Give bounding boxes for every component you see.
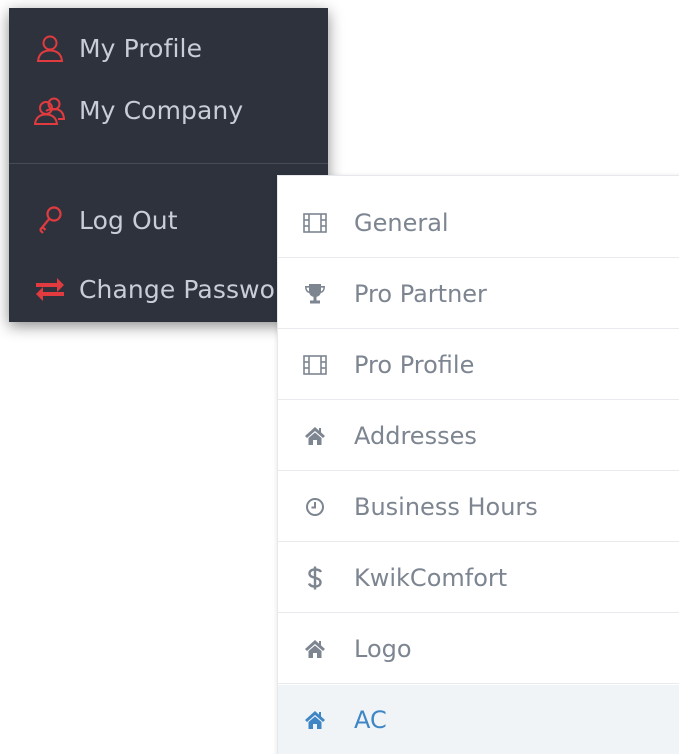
- nav-item-label: KwikComfort: [354, 563, 508, 592]
- settings-nav: General Pro Partner Pro Profile Addresse…: [277, 175, 679, 754]
- user-icon: [33, 31, 67, 65]
- screen: My Profile My Company Log Out Change Pas…: [0, 0, 679, 754]
- clock-icon: [303, 495, 327, 519]
- menu-item-label: Log Out: [79, 205, 178, 235]
- home-icon: [303, 424, 327, 448]
- dollar-icon: [303, 566, 327, 590]
- nav-item-label: Pro Partner: [354, 279, 487, 308]
- nav-item-label: AC: [354, 705, 387, 734]
- nav-item-pro-partner[interactable]: Pro Partner: [278, 259, 679, 329]
- menu-item-my-profile[interactable]: My Profile: [9, 18, 328, 78]
- nav-item-label: Logo: [354, 634, 412, 663]
- exchange-icon: [33, 272, 67, 306]
- menu-item-my-company[interactable]: My Company: [9, 80, 328, 140]
- key-icon: [33, 203, 67, 237]
- nav-item-general[interactable]: General: [278, 188, 679, 258]
- nav-item-kwikcomfort[interactable]: KwikComfort: [278, 543, 679, 613]
- nav-item-addresses[interactable]: Addresses: [278, 401, 679, 471]
- nav-item-label: General: [354, 208, 449, 237]
- menu-item-label: My Company: [79, 95, 244, 125]
- trophy-icon: [303, 282, 327, 306]
- nav-item-label: Business Hours: [354, 492, 538, 521]
- film-icon: [303, 353, 327, 377]
- nav-item-business-hours[interactable]: Business Hours: [278, 472, 679, 542]
- home-icon: [303, 708, 327, 732]
- nav-item-pro-profile[interactable]: Pro Profile: [278, 330, 679, 400]
- film-icon: [303, 211, 327, 235]
- users-icon: [33, 93, 67, 127]
- nav-item-ac[interactable]: AC: [278, 685, 679, 754]
- nav-item-label: Addresses: [354, 421, 477, 450]
- nav-item-label: Pro Profile: [354, 350, 475, 379]
- menu-item-label: Change Password: [79, 274, 301, 304]
- menu-item-label: My Profile: [79, 33, 203, 63]
- home-icon: [303, 637, 327, 661]
- nav-item-logo[interactable]: Logo: [278, 614, 679, 684]
- menu-divider: [9, 163, 328, 164]
